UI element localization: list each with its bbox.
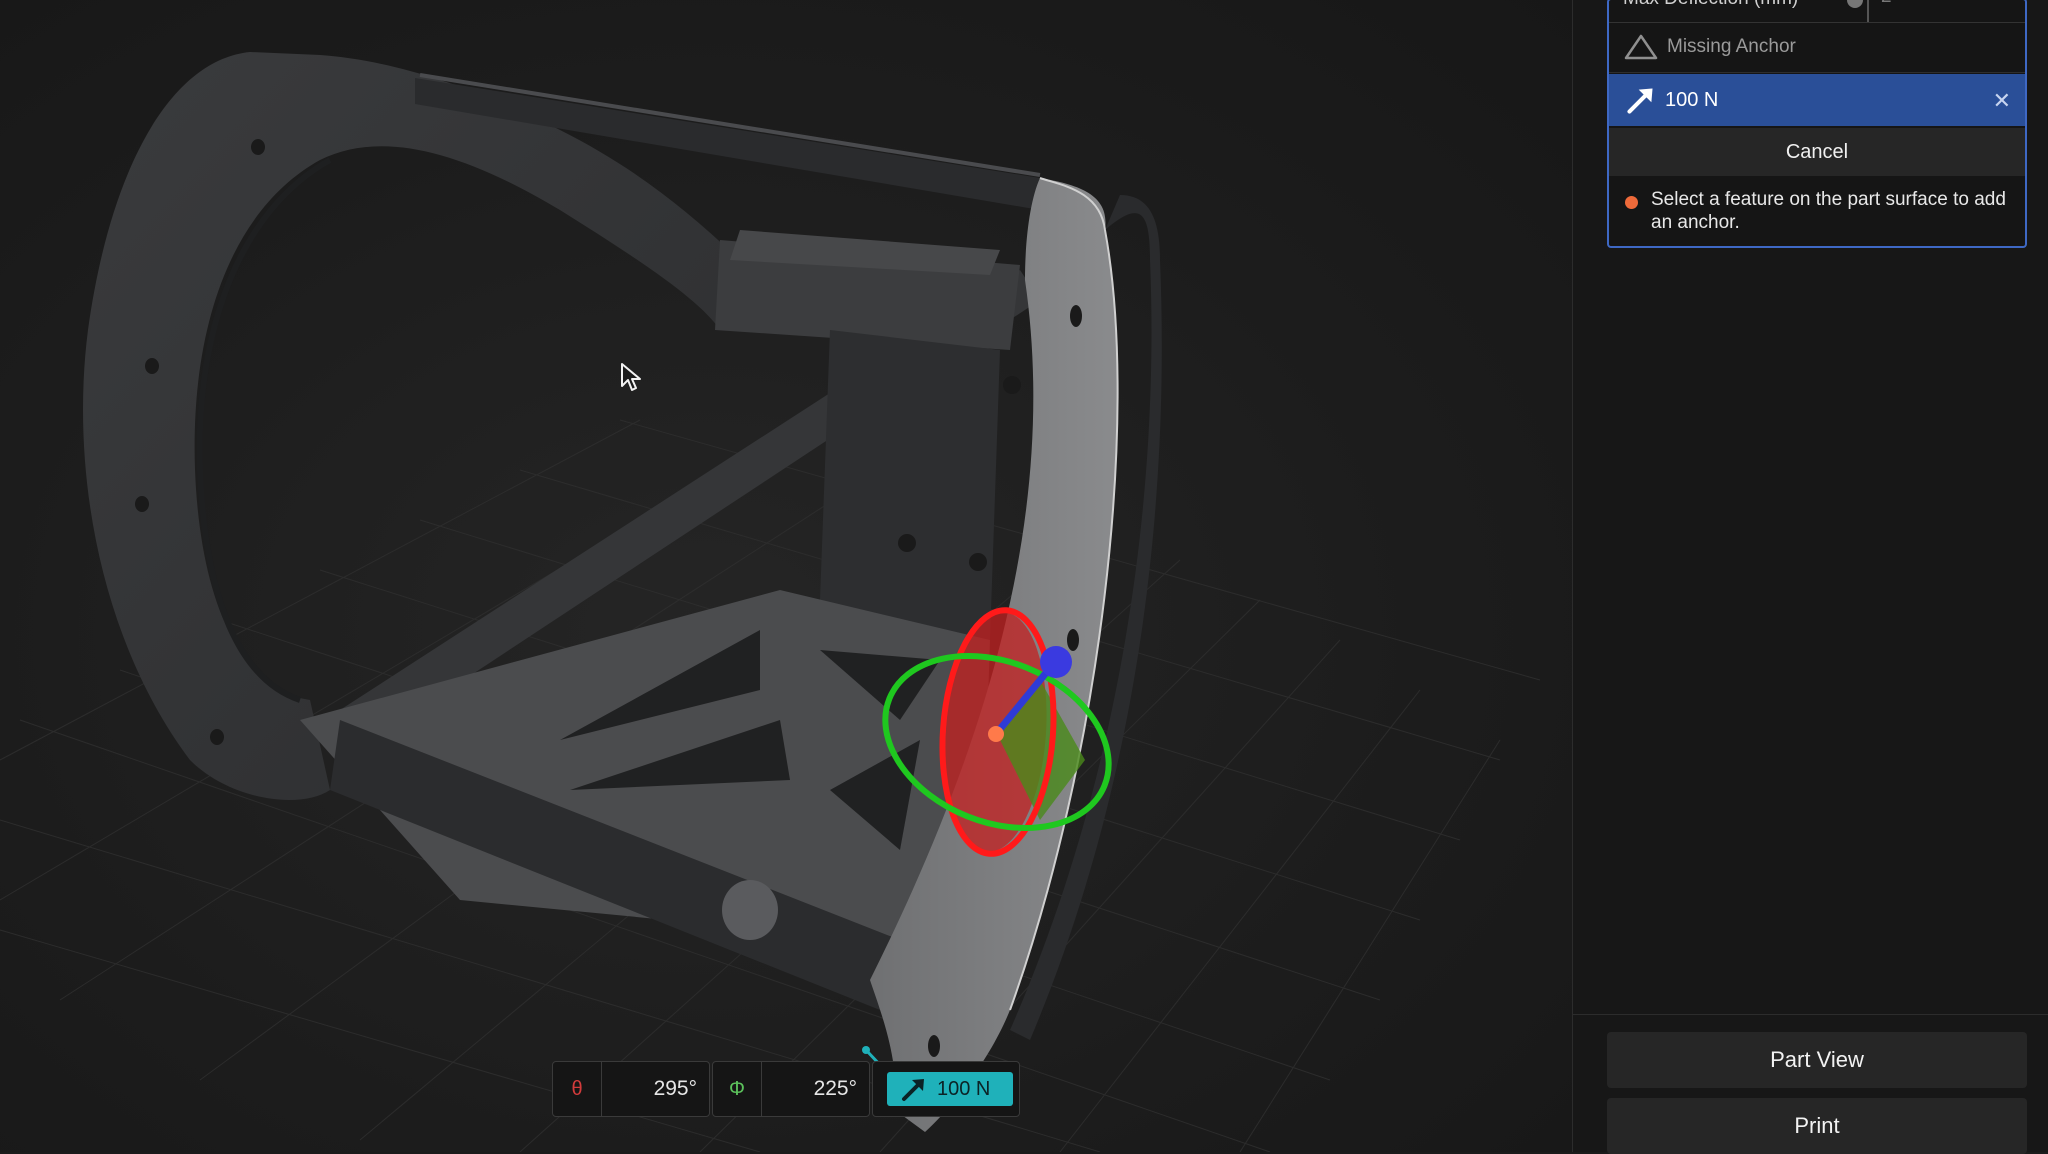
missing-anchor-row[interactable]: Missing Anchor bbox=[1609, 22, 2025, 73]
theta-angle-control[interactable]: θ 295° bbox=[552, 1061, 710, 1117]
gizmo-origin bbox=[988, 726, 1004, 742]
status-dot-icon bbox=[1625, 196, 1638, 209]
phi-icon: Φ bbox=[713, 1062, 762, 1116]
max-deflection-input[interactable]: 2 bbox=[1881, 0, 1892, 8]
mouse-cursor-icon bbox=[621, 363, 641, 391]
anchor-hint: Select a feature on the part surface to … bbox=[1609, 178, 2025, 246]
close-icon[interactable]: ✕ bbox=[1993, 88, 2011, 114]
properties-panel: Max Deflection (mm) 2 Missing Anchor 100… bbox=[1572, 0, 2048, 1154]
phi-value[interactable]: 225° bbox=[762, 1062, 869, 1116]
panel-divider bbox=[1573, 1014, 2048, 1015]
force-arrow-icon bbox=[902, 1079, 924, 1101]
print-button[interactable]: Print bbox=[1607, 1098, 2027, 1154]
info-icon[interactable] bbox=[1847, 0, 1863, 8]
force-row[interactable]: 100 N ✕ bbox=[1609, 74, 2025, 126]
force-magnitude-control[interactable]: 100 N bbox=[872, 1061, 1020, 1117]
missing-anchor-label: Missing Anchor bbox=[1667, 36, 1796, 57]
max-deflection-label: Max Deflection (mm) bbox=[1623, 0, 1798, 10]
part-view-button[interactable]: Part View bbox=[1607, 1032, 2027, 1088]
phi-angle-control[interactable]: Φ 225° bbox=[712, 1061, 870, 1117]
theta-value[interactable]: 295° bbox=[602, 1062, 709, 1116]
load-case-card: Max Deflection (mm) 2 Missing Anchor 100… bbox=[1607, 0, 2027, 248]
z-direction-handle[interactable] bbox=[1040, 646, 1072, 678]
3d-viewport[interactable]: θ 295° Φ 225° 100 N bbox=[0, 0, 1572, 1152]
anchor-hint-text: Select a feature on the part surface to … bbox=[1651, 189, 2006, 233]
max-deflection-row: Max Deflection (mm) 2 bbox=[1609, 0, 2025, 23]
field-divider bbox=[1867, 0, 1869, 22]
theta-icon: θ bbox=[553, 1062, 602, 1116]
force-arrow-icon bbox=[1627, 88, 1653, 114]
cancel-button[interactable]: Cancel bbox=[1609, 128, 2025, 176]
force-chip[interactable]: 100 N bbox=[887, 1072, 1013, 1106]
force-row-label: 100 N bbox=[1665, 88, 1719, 111]
force-chip-label: 100 N bbox=[937, 1077, 991, 1100]
warning-triangle-icon bbox=[1624, 34, 1658, 60]
part-scene[interactable] bbox=[0, 0, 1572, 1152]
